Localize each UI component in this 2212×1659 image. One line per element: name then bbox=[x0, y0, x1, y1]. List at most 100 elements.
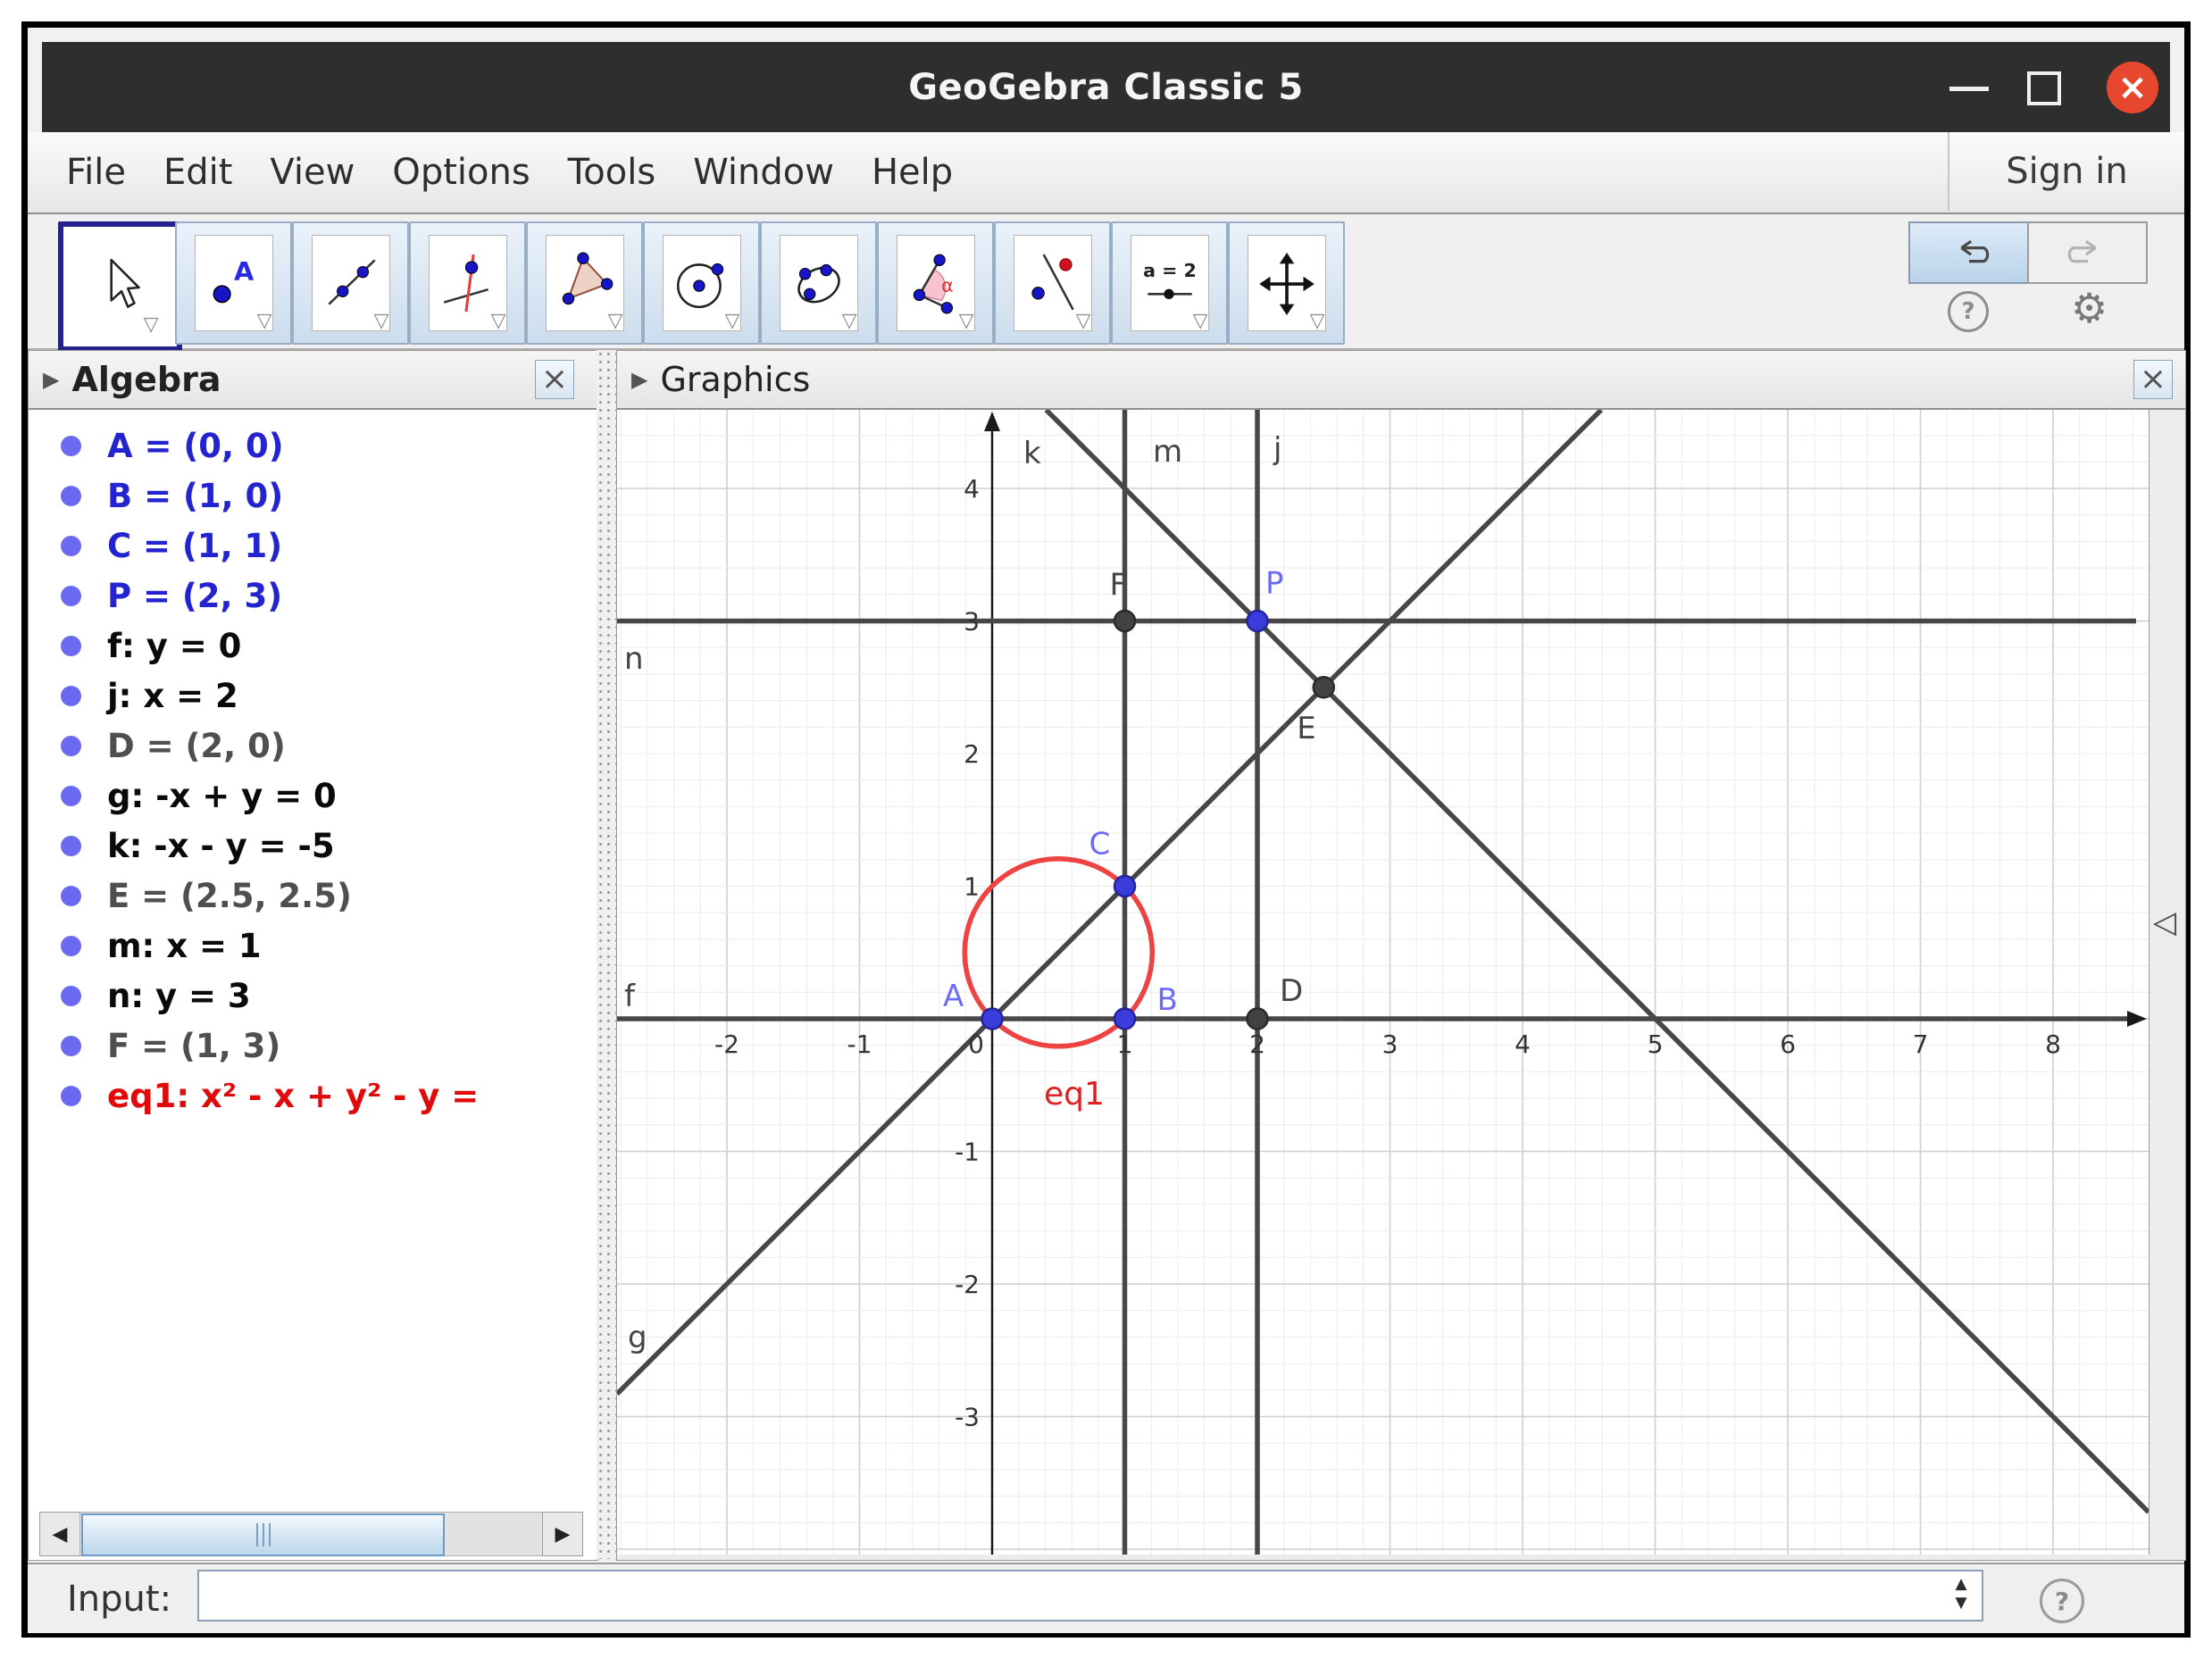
visibility-dot-icon[interactable] bbox=[61, 1035, 81, 1056]
point-E[interactable] bbox=[1312, 676, 1335, 699]
dropdown-icon[interactable]: ▽ bbox=[144, 313, 159, 336]
algebra-item[interactable]: F = (1, 3) bbox=[29, 1021, 597, 1071]
menu-item-tools[interactable]: Tools bbox=[549, 152, 675, 193]
algebra-item-text: A = (0, 0) bbox=[107, 426, 284, 465]
slider-icon: a = 2 ▽ bbox=[1130, 235, 1209, 332]
algebra-item[interactable]: P = (2, 3) bbox=[29, 571, 597, 621]
tool-reflect-about-line[interactable]: ▽ bbox=[994, 221, 1111, 345]
dropdown-icon[interactable]: ▽ bbox=[959, 310, 974, 332]
visibility-dot-icon[interactable] bbox=[61, 635, 81, 656]
dropdown-icon[interactable]: ▽ bbox=[608, 310, 623, 332]
input-help-icon[interactable]: ? bbox=[2040, 1579, 2084, 1623]
algebra-item[interactable]: eq1: x² - x + y² - y = bbox=[29, 1071, 597, 1121]
tool-point[interactable]: A ▽ bbox=[175, 221, 292, 345]
tool-circle-center-point[interactable]: ▽ bbox=[643, 221, 760, 345]
point-B[interactable] bbox=[1113, 1007, 1137, 1030]
collapse-panel-icon[interactable]: ◁ bbox=[2153, 905, 2176, 940]
help-icon[interactable]: ? bbox=[1948, 291, 1989, 332]
redo-button[interactable] bbox=[2027, 221, 2148, 284]
visibility-dot-icon[interactable] bbox=[61, 485, 81, 506]
algebra-header[interactable]: ▶ Algebra × bbox=[29, 351, 597, 410]
visibility-dot-icon[interactable] bbox=[61, 685, 81, 706]
toolbar: ▽ A ▽ ▽ ▽ ▽ ▽ ▽ α ▽ ▽ a = 2 ▽ ▽ ? ⚙ bbox=[28, 214, 2184, 352]
scrollbar-thumb[interactable] bbox=[81, 1513, 446, 1556]
tool-polygon[interactable]: ▽ bbox=[526, 221, 643, 345]
visibility-dot-icon[interactable] bbox=[61, 885, 81, 906]
tool-line[interactable]: ▽ bbox=[292, 221, 409, 345]
x-tick-label: -2 bbox=[714, 1030, 739, 1059]
algebra-item[interactable]: D = (2, 0) bbox=[29, 721, 597, 771]
point-P[interactable] bbox=[1246, 609, 1269, 633]
algebra-item[interactable]: n: y = 3 bbox=[29, 971, 597, 1021]
visibility-dot-icon[interactable] bbox=[61, 985, 81, 1006]
dropdown-icon[interactable]: ▽ bbox=[374, 310, 389, 332]
algebra-item[interactable]: m: x = 1 bbox=[29, 921, 597, 971]
visibility-dot-icon[interactable] bbox=[61, 535, 81, 556]
algebra-item[interactable]: B = (1, 0) bbox=[29, 471, 597, 521]
y-tick-label: -3 bbox=[955, 1403, 980, 1432]
panel-arrow-icon[interactable]: ▶ bbox=[43, 367, 59, 392]
dropdown-icon[interactable]: ▽ bbox=[842, 310, 857, 332]
menu-item-help[interactable]: Help bbox=[853, 152, 972, 193]
visibility-dot-icon[interactable] bbox=[61, 935, 81, 956]
algebra-item[interactable]: j: x = 2 bbox=[29, 671, 597, 721]
menu-item-window[interactable]: Window bbox=[674, 152, 853, 193]
dropdown-icon[interactable]: ▽ bbox=[1193, 310, 1208, 332]
algebra-scrollbar[interactable]: ◀ ▶ bbox=[39, 1512, 583, 1556]
minimize-button[interactable] bbox=[1942, 69, 1996, 108]
visibility-dot-icon[interactable] bbox=[61, 785, 81, 806]
dropdown-icon[interactable]: ▽ bbox=[1310, 310, 1325, 332]
gear-icon[interactable]: ⚙ bbox=[2071, 284, 2108, 332]
sign-in-button[interactable]: Sign in bbox=[1948, 132, 2184, 211]
visibility-dot-icon[interactable] bbox=[61, 735, 81, 756]
y-tick-label: -1 bbox=[955, 1138, 980, 1167]
dropdown-icon[interactable]: ▽ bbox=[725, 310, 740, 332]
close-button[interactable]: × bbox=[2107, 62, 2158, 113]
dropdown-icon[interactable]: ▽ bbox=[257, 310, 272, 332]
graphics-canvas[interactable]: f n m j g k eq1 -2 -1 0 1 2 3 4 5 6 7 8 4 3 2 1 -1 -2 -3 A B C P D E F bbox=[615, 408, 2150, 1555]
visibility-dot-icon[interactable] bbox=[61, 435, 81, 456]
y-tick-label: -2 bbox=[955, 1270, 980, 1299]
input-history-spinner[interactable]: ▲ ▼ bbox=[1949, 1575, 1973, 1618]
tool-slider[interactable]: a = 2 ▽ bbox=[1111, 221, 1228, 345]
algebra-item[interactable]: A = (0, 0) bbox=[29, 421, 597, 471]
point-A[interactable] bbox=[981, 1007, 1004, 1030]
point-D[interactable] bbox=[1246, 1007, 1269, 1030]
algebra-item[interactable]: f: y = 0 bbox=[29, 621, 597, 671]
menu-item-view[interactable]: View bbox=[251, 152, 373, 193]
algebra-item[interactable]: C = (1, 1) bbox=[29, 521, 597, 571]
panel-divider[interactable] bbox=[597, 350, 616, 1559]
algebra-item[interactable]: k: -x - y = -5 bbox=[29, 821, 597, 871]
close-graphics-button[interactable]: × bbox=[2133, 360, 2173, 399]
close-algebra-button[interactable]: × bbox=[535, 360, 574, 399]
dropdown-icon[interactable]: ▽ bbox=[1076, 310, 1091, 332]
scrollbar-right-arrow[interactable]: ▶ bbox=[542, 1512, 583, 1556]
menu-item-edit[interactable]: Edit bbox=[145, 152, 251, 193]
menu-item-options[interactable]: Options bbox=[373, 152, 548, 193]
point-C[interactable] bbox=[1113, 874, 1137, 898]
input-field[interactable]: ▲ ▼ bbox=[197, 1570, 1983, 1621]
tool-perpendicular-line[interactable]: ▽ bbox=[409, 221, 526, 345]
algebra-item[interactable]: E = (2.5, 2.5) bbox=[29, 871, 597, 921]
undo-button[interactable] bbox=[1908, 221, 2029, 284]
title-bar[interactable]: GeoGebra Classic 5 × bbox=[42, 42, 2170, 132]
scrollbar-left-arrow[interactable]: ◀ bbox=[39, 1512, 80, 1556]
tool-angle[interactable]: α ▽ bbox=[877, 221, 994, 345]
point-F[interactable] bbox=[1113, 609, 1137, 633]
svg-text:A: A bbox=[234, 256, 255, 287]
visibility-dot-icon[interactable] bbox=[61, 585, 81, 606]
panel-arrow-icon[interactable]: ▶ bbox=[631, 367, 647, 392]
visibility-dot-icon[interactable] bbox=[61, 835, 81, 856]
algebra-item[interactable]: g: -x + y = 0 bbox=[29, 771, 597, 821]
dropdown-icon[interactable]: ▽ bbox=[491, 310, 506, 332]
tool-move-graphics-view[interactable]: ▽ bbox=[1228, 221, 1345, 345]
graphics-header[interactable]: ▶ Graphics × bbox=[617, 351, 2185, 410]
visibility-dot-icon[interactable] bbox=[61, 1085, 81, 1106]
line-k[interactable] bbox=[1044, 408, 2150, 1514]
tool-ellipse[interactable]: ▽ bbox=[760, 221, 877, 345]
maximize-button[interactable] bbox=[2017, 69, 2071, 108]
menu-item-file[interactable]: File bbox=[47, 152, 145, 193]
scrollbar-track[interactable] bbox=[79, 1512, 543, 1556]
line-g[interactable] bbox=[615, 408, 1603, 1396]
tool-move[interactable]: ▽ bbox=[58, 221, 182, 352]
